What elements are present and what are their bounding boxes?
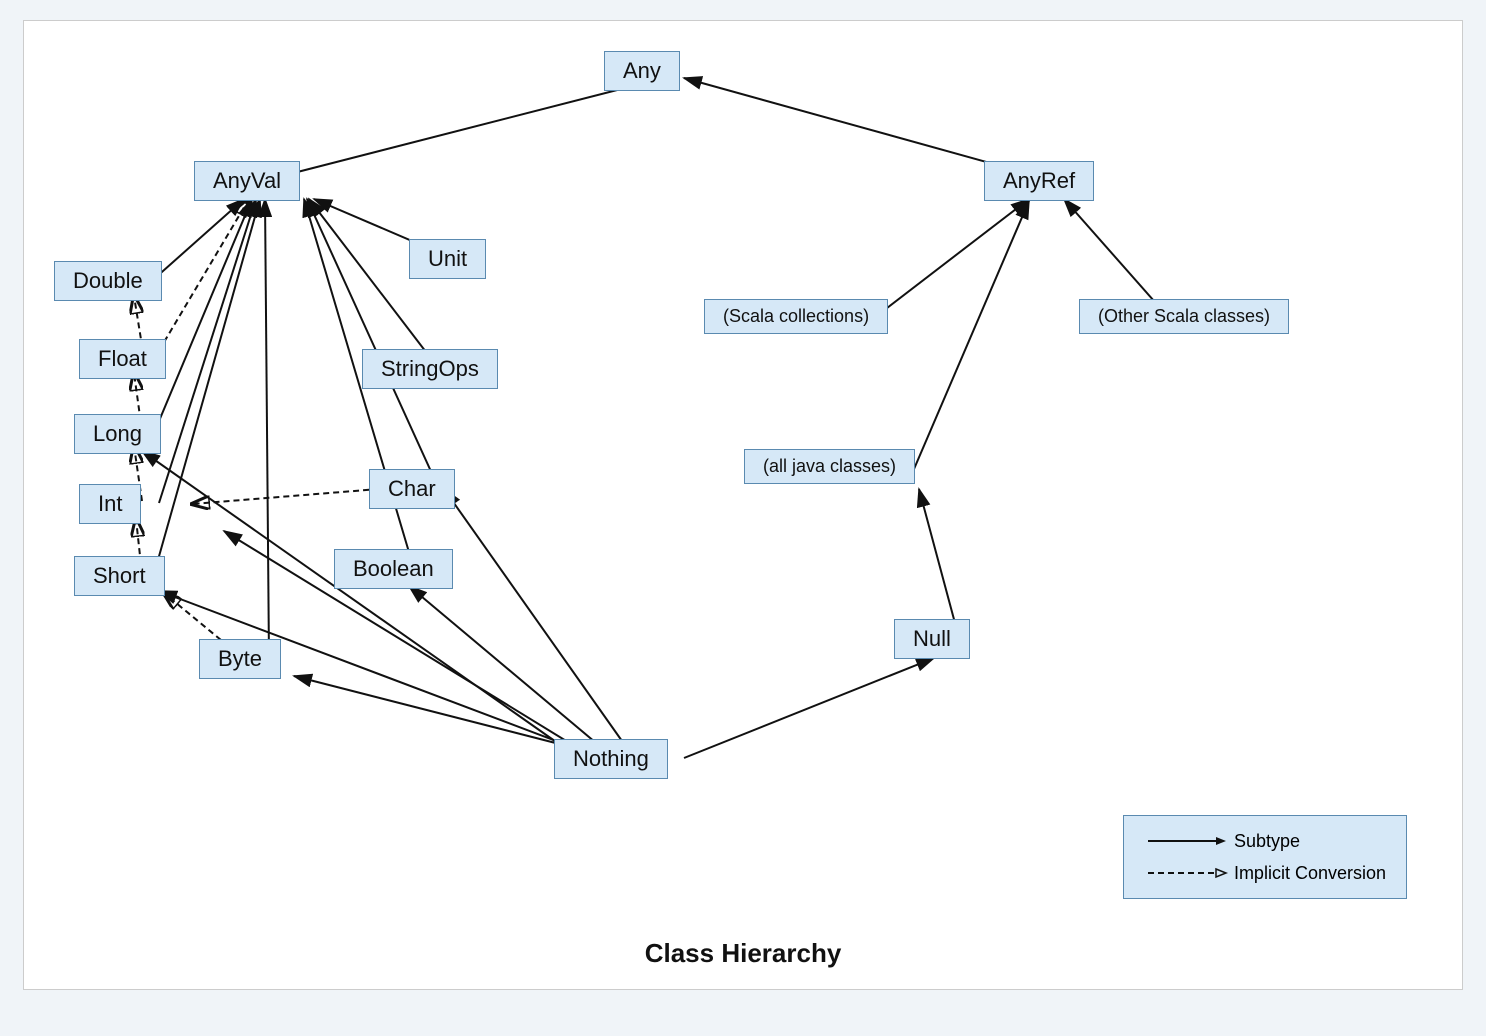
node-any: Any — [604, 51, 680, 91]
node-nothing: Nothing — [554, 739, 668, 779]
legend-subtype-label: Subtype — [1234, 831, 1300, 852]
node-boolean: Boolean — [334, 549, 453, 589]
legend-implicit-line — [1144, 862, 1234, 884]
node-float: Float — [79, 339, 166, 379]
node-double: Double — [54, 261, 162, 301]
node-char: Char — [369, 469, 455, 509]
node-null: Null — [894, 619, 970, 659]
node-short: Short — [74, 556, 165, 596]
diagram-container: Any AnyVal AnyRef Double Float Long Int … — [23, 20, 1463, 990]
legend-subtype-line — [1144, 830, 1234, 852]
node-int: Int — [79, 484, 141, 524]
legend-implicit-label: Implicit Conversion — [1234, 863, 1386, 884]
node-byte: Byte — [199, 639, 281, 679]
node-otherscala: (Other Scala classes) — [1079, 299, 1289, 334]
node-scalacol: (Scala collections) — [704, 299, 888, 334]
node-anyval: AnyVal — [194, 161, 300, 201]
node-anyref: AnyRef — [984, 161, 1094, 201]
node-alljava: (all java classes) — [744, 449, 915, 484]
legend-implicit-row: Implicit Conversion — [1144, 862, 1386, 884]
diagram-caption: Class Hierarchy — [645, 938, 842, 969]
node-long: Long — [74, 414, 161, 454]
legend-box: Subtype Implicit Conversion — [1123, 815, 1407, 899]
node-stringops: StringOps — [362, 349, 498, 389]
node-unit: Unit — [409, 239, 486, 279]
legend-subtype-row: Subtype — [1144, 830, 1386, 852]
